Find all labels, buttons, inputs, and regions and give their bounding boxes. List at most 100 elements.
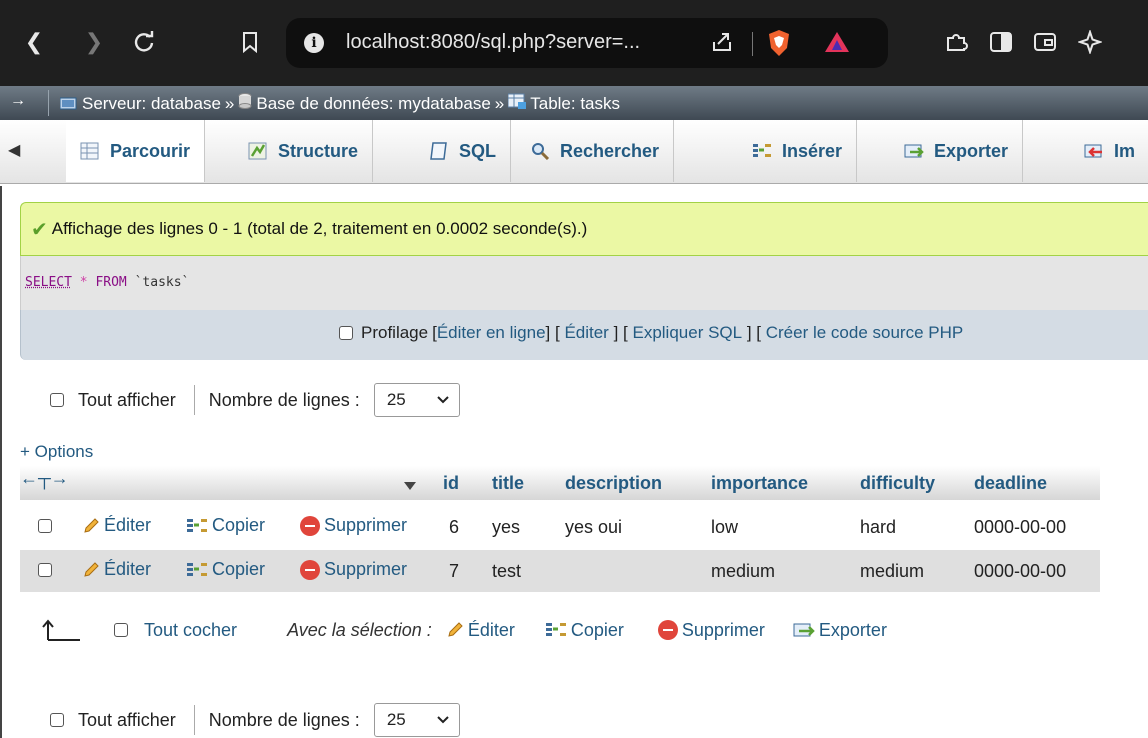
cell-importance[interactable]: low [711,517,738,538]
bulk-edit-label: Éditer [468,620,515,641]
cell-difficulty[interactable]: medium [860,561,924,582]
reload-icon[interactable] [130,28,158,56]
copy-label: Copier [212,559,265,580]
breadcrumb-database[interactable]: Base de données: mydatabase [256,94,490,114]
address-bar[interactable]: i localhost:8080/sql.php?server=... [286,18,888,68]
collapse-arrow-icon[interactable]: → [10,92,26,110]
cell-difficulty[interactable]: hard [860,517,896,538]
breadcrumb-server[interactable]: Serveur: database [82,94,221,114]
copy-icon [545,621,567,639]
column-header-importance[interactable]: importance [711,473,808,494]
tab-exporter[interactable]: Exporter [890,120,1023,182]
explain-sql-link[interactable]: Expliquer SQL [632,323,742,343]
cell-title[interactable]: test [492,561,521,582]
row-delete-button[interactable]: Supprimer [300,559,407,580]
tab-label: SQL [459,141,496,162]
column-header-deadline[interactable]: deadline [974,473,1047,494]
bulk-export-button[interactable]: Exporter [793,620,887,641]
tab-scroll-left-icon[interactable]: ◀ [8,140,20,160]
edit-label: Éditer [104,515,151,536]
tab-structure[interactable]: Structure [234,120,373,182]
forward-icon[interactable]: ❯ [80,28,108,56]
create-php-link[interactable]: Créer le code source PHP [766,323,963,343]
row-edit-button[interactable]: Éditer [82,559,151,580]
options-link[interactable]: + Options [20,442,93,462]
browser-toolbar: ❮ ❯ i localhost:8080/sql.php?server=... [0,0,1148,86]
table-header: ←┬→ id title description importance diff… [20,466,1100,500]
url-text[interactable]: localhost:8080/sql.php?server=... [346,31,640,54]
cell-description[interactable]: yes oui [565,517,622,538]
bulk-copy-button[interactable]: Copier [545,620,624,641]
tab-label: Exporter [934,141,1008,162]
profiling-checkbox[interactable] [339,326,353,340]
site-info-icon[interactable]: i [304,33,324,53]
table-icon [508,93,526,114]
cell-title[interactable]: yes [492,517,520,538]
tab-sql[interactable]: SQL [415,120,511,182]
check-all-checkbox[interactable] [114,623,128,637]
brave-shield-icon[interactable] [766,29,792,62]
arrow-up-left-icon [40,618,84,642]
sql-star: * [80,275,88,290]
show-all-checkbox[interactable] [50,713,64,727]
row-copy-button[interactable]: Copier [186,559,265,580]
bulk-delete-button[interactable]: Supprimer [658,620,765,641]
column-resize-arrows-icon[interactable]: ←┬→ [20,468,69,489]
tab-bar: ◀ Parcourir Structure SQL Rechercher Ins… [0,120,1148,184]
bulk-export-label: Exporter [819,620,887,641]
leo-icon[interactable] [1078,30,1102,59]
nav-divider [194,705,195,735]
pencil-icon [446,621,464,639]
import-icon [1084,142,1104,160]
row-delete-button[interactable]: Supprimer [300,515,407,536]
column-header-title[interactable]: title [492,473,524,494]
breadcrumb: → Serveur: database » Base de données: m… [0,86,1148,120]
sql-keyword-select[interactable]: SELECT [25,275,72,290]
back-icon[interactable]: ❮ [20,28,48,56]
bookmark-icon[interactable] [236,28,264,56]
breadcrumb-table[interactable]: Table: tasks [530,94,620,114]
top-navigation: Tout afficher Nombre de lignes : 25 [50,380,460,420]
row-copy-button[interactable]: Copier [186,515,265,536]
pencil-icon [82,561,100,579]
cell-importance[interactable]: medium [711,561,775,582]
show-all-checkbox[interactable] [50,393,64,407]
rows-select[interactable]: 25 [374,383,460,417]
rows-label: Nombre de lignes : [209,390,360,411]
column-header-id[interactable]: id [443,473,459,494]
success-message: ✔ Affichage des lignes 0 - 1 (total de 2… [20,202,1148,256]
viewport-edge [0,186,2,738]
edit-query-link[interactable]: Éditer [564,323,608,343]
cell-id[interactable]: 7 [449,561,459,582]
tab-parcourir[interactable]: Parcourir [66,120,205,182]
row-checkbox[interactable] [38,563,52,577]
sql-keyword-from: FROM [95,275,126,290]
database-icon [238,93,252,114]
column-header-description[interactable]: description [565,473,662,494]
sidebar-icon[interactable] [990,32,1012,57]
rows-select[interactable]: 25 [374,703,460,737]
edit-inline-link[interactable]: Éditer en ligne [437,323,546,343]
cell-deadline[interactable]: 0000-00-00 [974,517,1066,538]
cell-deadline[interactable]: 0000-00-00 [974,561,1066,582]
copy-label: Copier [212,515,265,536]
row-edit-button[interactable]: Éditer [82,515,151,536]
share-icon[interactable] [710,30,734,59]
row-checkbox[interactable] [38,519,52,533]
show-all-label: Tout afficher [78,390,176,411]
tab-importer[interactable]: Im [1070,120,1148,182]
cell-id[interactable]: 6 [449,517,459,538]
rewards-icon[interactable] [824,30,850,59]
sql-query: SELECT * FROM `tasks` [25,275,189,290]
extensions-icon[interactable] [944,30,968,59]
query-options-bar: Profilage [Éditer en ligne] [ Éditer ] [… [20,310,1148,360]
wallet-icon[interactable] [1034,32,1056,57]
bulk-edit-button[interactable]: Éditer [446,620,515,641]
delete-icon [300,516,320,536]
column-header-difficulty[interactable]: difficulty [860,473,935,494]
chevron-down-icon [437,396,449,404]
sort-dropdown-icon[interactable] [403,476,417,496]
tab-inserer[interactable]: Insérer [738,120,857,182]
check-all-label[interactable]: Tout cocher [144,620,237,641]
tab-rechercher[interactable]: Rechercher [516,120,674,182]
